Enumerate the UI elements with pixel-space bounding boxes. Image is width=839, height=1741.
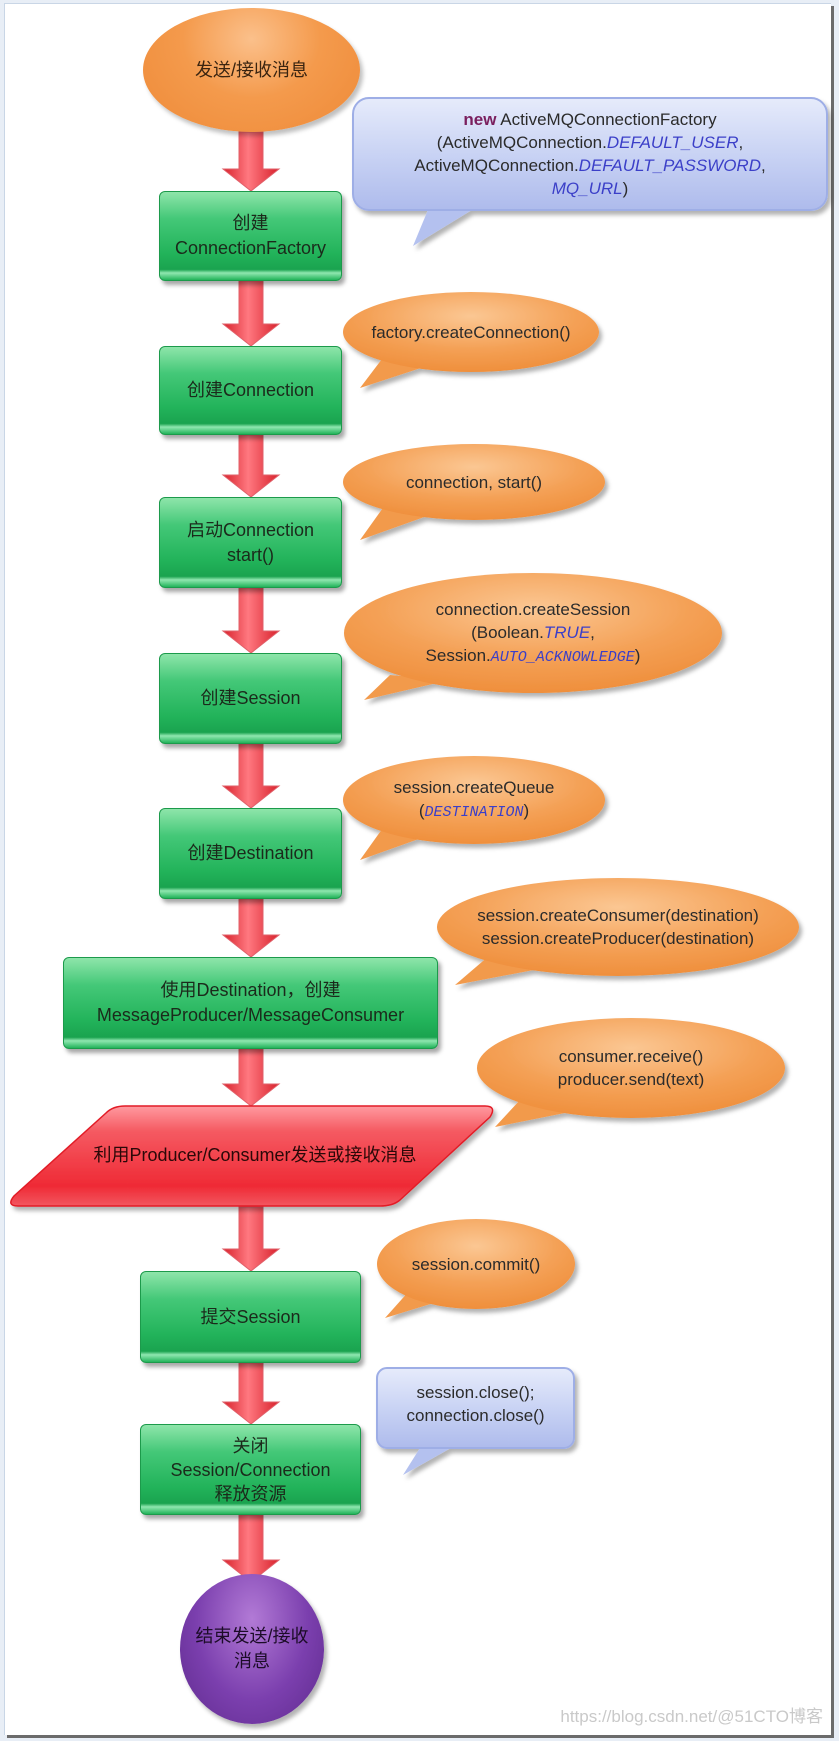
note-producer-consumer: session.createConsumer(destination) sess…	[437, 878, 799, 976]
note-text: ActiveMQConnectionFactory	[496, 110, 717, 129]
note-text: )	[622, 179, 629, 198]
step-label-line: start()	[227, 544, 274, 565]
step-label: 创建Destination	[187, 843, 314, 863]
step-label: 提交Session	[200, 1306, 301, 1327]
note-text: ,	[738, 133, 744, 152]
commit-session-step: 提交Session	[140, 1271, 361, 1363]
note-start: connection, start()	[343, 444, 605, 520]
step-label: 利用Producer/Consumer发送或接收消息	[93, 1144, 417, 1165]
constant-auto-acknowledge: AUTO_ACKNOWLEDGE	[490, 648, 635, 666]
note-text: (ActiveMQConnection.	[436, 133, 607, 152]
callouts	[343, 97, 828, 1475]
step-label-line: MessageProducer/MessageConsumer	[96, 1005, 405, 1025]
note-line: producer.send(text)	[557, 1070, 705, 1089]
note-text: factory.createConnection()	[371, 322, 571, 342]
constant-true: TRUE	[543, 622, 591, 642]
note-line: session.close();	[416, 1383, 535, 1402]
note-text: session.commit()	[411, 1254, 541, 1274]
note-line: (DESTINATION)	[419, 799, 529, 824]
create-destination-step: 创建Destination	[159, 808, 342, 899]
constant-default-password: DEFAULT_PASSWORD	[578, 156, 761, 175]
note-close: session.close(); connection.close()	[377, 1368, 574, 1448]
note-text: )	[634, 645, 641, 665]
note-line: consumer.receive()	[558, 1047, 704, 1066]
note-line: MQ_URL)	[552, 177, 629, 200]
step-label: 创建Connection	[186, 380, 315, 400]
note-send-receive: consumer.receive() producer.send(text)	[477, 1018, 785, 1118]
step-label-line: ConnectionFactory	[174, 238, 327, 258]
step-label: 创建Session	[200, 688, 301, 708]
note-text: ,	[590, 622, 595, 642]
note-text: Session.	[425, 645, 491, 665]
create-connection-step: 创建Connection	[159, 346, 342, 435]
note-session: connection.createSession (Boolean.TRUE, …	[344, 573, 722, 693]
note-line: session.createProducer(destination)	[481, 929, 755, 948]
note-line: session.createConsumer(destination)	[477, 906, 759, 925]
note-line: (ActiveMQConnection.DEFAULT_USER,	[437, 131, 743, 154]
constant-default-user: DEFAULT_USER	[606, 133, 739, 152]
note-line: connection.close()	[406, 1406, 545, 1425]
note-line: connection.createSession	[435, 599, 631, 619]
note-text: connection, start()	[405, 472, 543, 492]
step-label-line: Session/Connection	[170, 1459, 331, 1480]
keyword-new: new	[463, 110, 497, 129]
constant-destination: DESTINATION	[424, 804, 524, 821]
note-text: ActiveMQConnection.	[414, 156, 579, 175]
end-node: 结束发送/接收 消息	[180, 1574, 324, 1724]
step-label-line: 创建	[232, 213, 269, 233]
note-commit: session.commit()	[377, 1219, 575, 1309]
create-producer-consumer-step: 使用Destination，创建 MessageProducer/Message…	[63, 957, 438, 1049]
constant-mq-url: MQ_URL	[551, 179, 623, 198]
start-connection-step: 启动Connection start()	[159, 497, 342, 588]
create-connection-factory-step: 创建 ConnectionFactory	[159, 191, 342, 281]
send-receive-step: 利用Producer/Consumer发送或接收消息	[20, 1104, 490, 1206]
create-session-step: 创建Session	[159, 653, 342, 744]
watermark: https://blog.csdn.net/@51CTO博客	[560, 1707, 823, 1726]
note-text: (Boolean.	[471, 622, 544, 642]
note-create-connection: factory.createConnection()	[343, 292, 599, 372]
close-resources-step: 关闭 Session/Connection 释放资源	[140, 1424, 361, 1515]
note-text: ,	[760, 156, 766, 175]
note-line: session.createQueue	[393, 778, 555, 797]
start-node-label: 发送/接收消息	[194, 59, 308, 80]
note-factory: new ActiveMQConnectionFactory (ActiveMQC…	[353, 98, 827, 210]
step-label-line: 使用Destination，创建	[160, 980, 341, 1000]
step-label-line: 释放资源	[214, 1483, 287, 1504]
note-line: (Boolean.TRUE,	[471, 621, 595, 644]
step-label-line: 启动Connection	[186, 519, 315, 540]
end-node-label-line: 消息	[234, 1651, 270, 1671]
note-line: Session.AUTO_ACKNOWLEDGE)	[426, 644, 641, 669]
start-node: 发送/接收消息	[143, 8, 360, 132]
end-node-label-line: 结束发送/接收	[195, 1626, 309, 1646]
note-line: new ActiveMQConnectionFactory	[463, 108, 716, 131]
note-line: ActiveMQConnection.DEFAULT_PASSWORD,	[414, 154, 765, 177]
step-label-line: 关闭	[232, 1435, 269, 1456]
note-text: )	[523, 801, 530, 820]
note-destination: session.createQueue (DESTINATION)	[343, 756, 605, 844]
